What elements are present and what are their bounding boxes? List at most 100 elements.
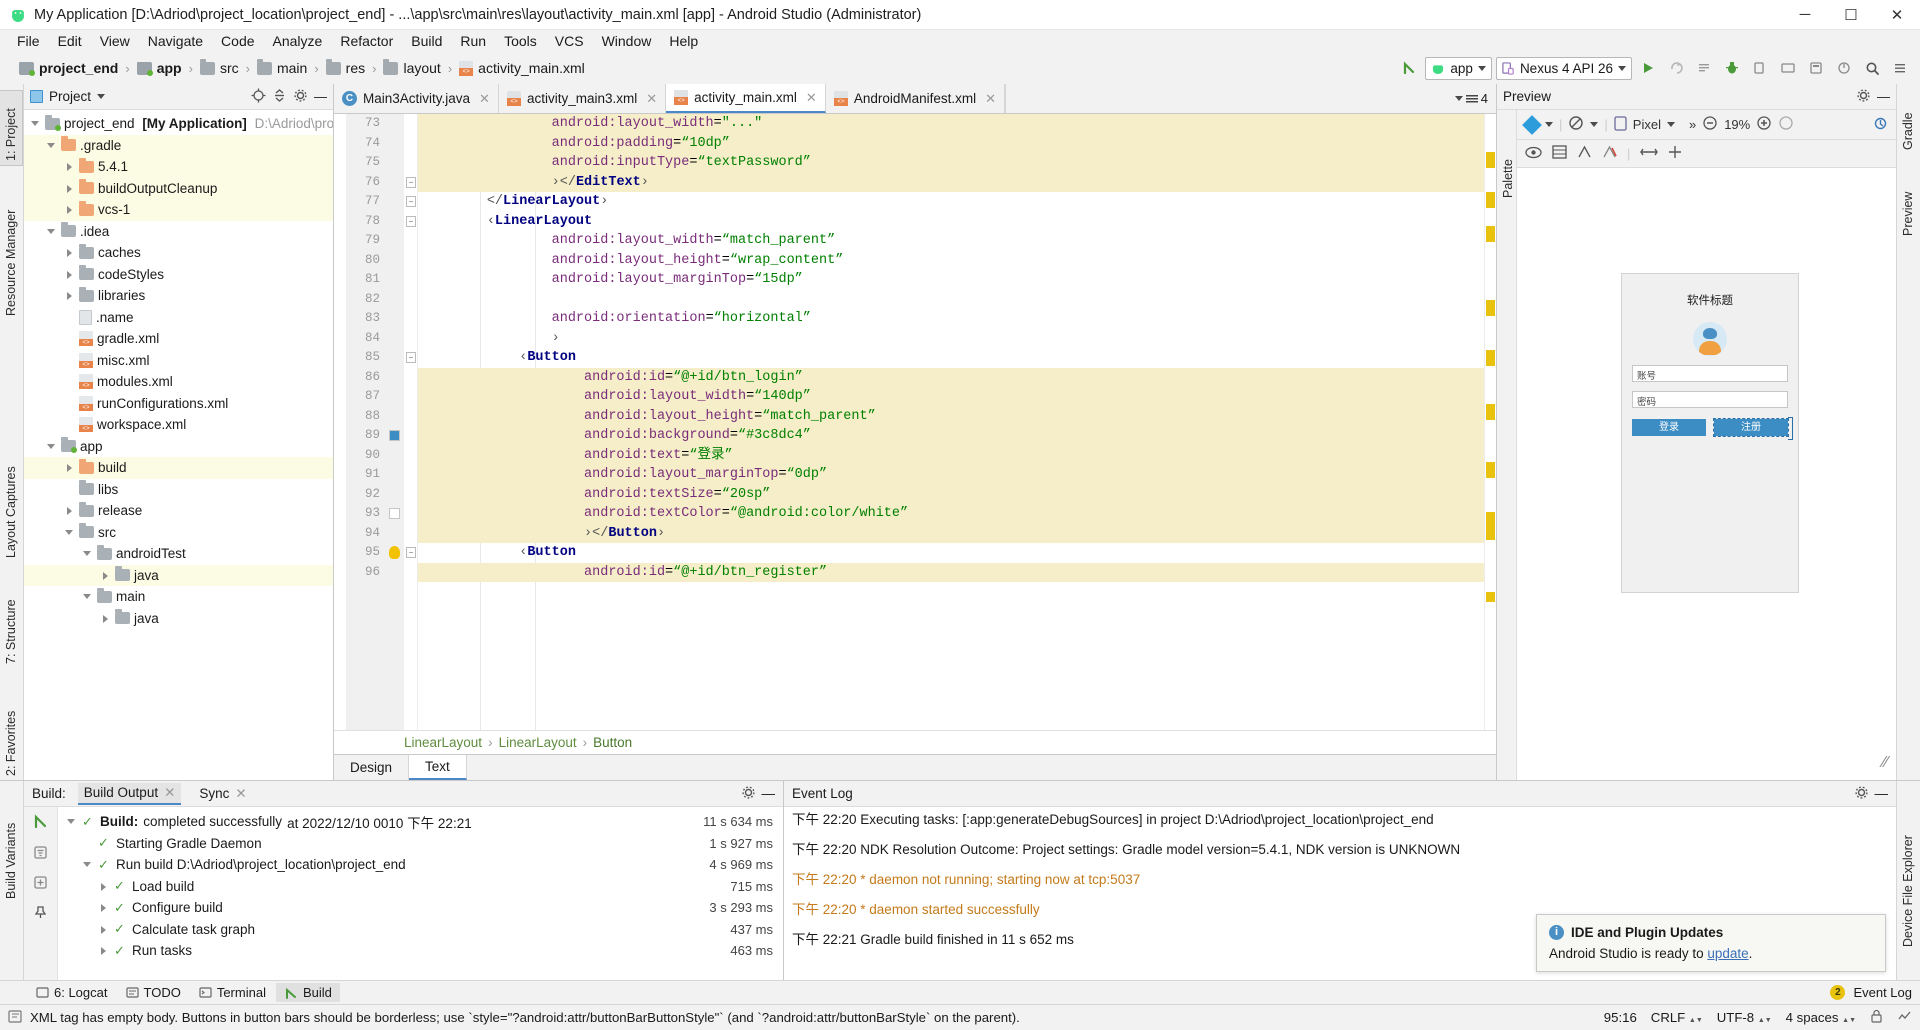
tree-node-modules-xml[interactable]: modules.xml xyxy=(24,371,333,393)
clear-constraints-icon[interactable] xyxy=(1602,145,1617,162)
collapse-arrow-icon[interactable] xyxy=(46,226,57,237)
fold-toggle-icon[interactable]: − xyxy=(406,176,416,188)
fold-toggle-icon[interactable]: − xyxy=(406,196,416,207)
warning-stripe[interactable] xyxy=(1486,192,1495,208)
breadcrumb-item-file[interactable]: activity_main.xml xyxy=(456,59,588,77)
code-line[interactable]: ›</Button› xyxy=(418,523,1484,543)
menu-window[interactable]: Window xyxy=(593,30,661,52)
menu-code[interactable]: Code xyxy=(212,30,263,52)
eye-icon[interactable] xyxy=(1525,146,1542,162)
line-separator[interactable]: CRLF ▲▼ xyxy=(1651,1010,1703,1025)
breadcrumb-item-app[interactable]: app xyxy=(134,59,185,77)
settings-gear-icon[interactable] xyxy=(1854,785,1869,803)
tab-design[interactable]: Design xyxy=(334,755,410,780)
rail-tab-resource-manager[interactable]: Resource Manager xyxy=(0,180,23,320)
chevron-down-icon[interactable] xyxy=(1545,122,1553,127)
tree-node--idea[interactable]: .idea xyxy=(24,221,333,243)
filter-icon[interactable] xyxy=(33,845,48,863)
expand-arrow-icon[interactable] xyxy=(64,290,75,301)
editor-tab-activity-main3[interactable]: activity_main3.xml✕ xyxy=(498,84,667,113)
memory-indicator[interactable] xyxy=(1897,1009,1912,1026)
code-line[interactable]: android:layout_width="..." xyxy=(418,114,1484,134)
device-selector[interactable]: Nexus 4 API 26 xyxy=(1495,56,1632,80)
tree-node-workspace-xml[interactable]: workspace.xml xyxy=(24,414,333,436)
error-stripe[interactable] xyxy=(1484,114,1496,730)
tree-node-buildoutputcleanup[interactable]: buildOutputCleanup xyxy=(24,177,333,199)
code-line[interactable]: android:id=“@+id/btn_register” xyxy=(418,562,1484,582)
run-icon[interactable] xyxy=(1636,56,1660,80)
close-button[interactable]: ✕ xyxy=(1874,0,1920,30)
warning-stripe[interactable] xyxy=(1486,404,1495,420)
debug-icon[interactable] xyxy=(1720,56,1744,80)
close-tab-icon[interactable]: ✕ xyxy=(646,91,657,107)
blueprint-icon[interactable] xyxy=(1552,145,1567,162)
color-swatch[interactable] xyxy=(389,508,400,519)
tree-node--gradle[interactable]: .gradle xyxy=(24,134,333,156)
expand-arrow-icon[interactable] xyxy=(100,613,111,624)
code-line[interactable]: android:layout_height=“match_parent” xyxy=(418,406,1484,426)
color-swatch-gutter[interactable] xyxy=(386,426,404,446)
breadcrumb-item-res[interactable]: res xyxy=(323,58,368,77)
orientation-icon[interactable] xyxy=(1568,115,1584,134)
expand-arrow-icon[interactable] xyxy=(64,183,75,194)
resize-handle-icon[interactable]: ⁄⁄ xyxy=(1883,754,1888,772)
expand-arrow-icon[interactable] xyxy=(64,505,75,516)
build-output-row[interactable]: ✓ Starting Gradle Daemon 1 s 927 ms xyxy=(62,833,783,855)
editor-tab-overflow[interactable]: 4 xyxy=(1005,84,1496,113)
code-editor[interactable]: 73 74 75 76 77 78 79 80 81 82 83 84 85 86 87 88 89 90 91 92… xyxy=(334,114,1496,730)
scroll-from-source-icon[interactable] xyxy=(251,88,266,106)
fold-marker[interactable]: − xyxy=(404,192,417,212)
file-encoding[interactable]: UTF-8 ▲▼ xyxy=(1717,1010,1772,1025)
avd-manager-icon[interactable] xyxy=(1776,56,1800,80)
build-output-row[interactable]: ✓ Configure build 3 s 293 ms xyxy=(62,897,783,919)
device-icon[interactable] xyxy=(1614,115,1627,134)
maximize-button[interactable]: ☐ xyxy=(1828,0,1874,30)
warning-stripe[interactable] xyxy=(1486,226,1495,242)
menu-view[interactable]: View xyxy=(91,30,139,52)
warning-stripe[interactable] xyxy=(1486,300,1495,316)
code-line[interactable]: android:orientation=“horizontal” xyxy=(418,309,1484,329)
component-breadcrumb-item-2[interactable]: Button xyxy=(593,735,632,750)
ide-update-notification[interactable]: i IDE and Plugin Updates Android Studio … xyxy=(1536,914,1886,972)
toolwin-todo[interactable]: TODO xyxy=(118,983,189,1002)
tab-text[interactable]: Text xyxy=(409,755,467,780)
code-line[interactable]: android:layout_height=“wrap_content” xyxy=(418,251,1484,271)
tree-node-5-4-1[interactable]: 5.4.1 xyxy=(24,156,333,178)
tree-node-main[interactable]: main xyxy=(24,586,333,608)
toolwin-event-log[interactable]: Event Log xyxy=(1853,985,1912,1000)
chevron-down-icon[interactable] xyxy=(1666,122,1675,127)
collapse-all-icon[interactable] xyxy=(272,88,287,106)
tree-node-build[interactable]: build xyxy=(24,457,333,479)
menu-edit[interactable]: Edit xyxy=(49,30,91,52)
code-line[interactable]: ‹LinearLayout xyxy=(418,212,1484,232)
menu-build[interactable]: Build xyxy=(402,30,451,52)
expand-arrow-icon[interactable] xyxy=(98,924,109,935)
tree-node-misc-xml[interactable]: misc.xml xyxy=(24,350,333,372)
preview-password-field[interactable]: 密码 xyxy=(1632,391,1788,408)
chevron-down-icon[interactable] xyxy=(97,94,106,99)
build-output-row[interactable]: ✓ Run tasks 463 ms xyxy=(62,940,783,962)
indent-setting[interactable]: 4 spaces ▲▼ xyxy=(1786,1010,1856,1025)
menu-run[interactable]: Run xyxy=(451,30,495,52)
rail-tab-favorites[interactable]: 2: Favorites xyxy=(0,680,23,780)
rail-tab-build-variants[interactable]: Build Variants xyxy=(0,785,23,903)
collapse-arrow-icon[interactable] xyxy=(64,527,75,538)
breadcrumb-item-src[interactable]: src xyxy=(197,58,242,77)
tree-node-androidtest[interactable]: androidTest xyxy=(24,543,333,565)
hide-panel-icon[interactable]: — xyxy=(1877,89,1890,104)
lock-icon[interactable] xyxy=(1870,1009,1883,1026)
minimize-button[interactable]: ─ xyxy=(1782,0,1828,30)
intention-bulb-icon[interactable] xyxy=(389,546,400,559)
tab-build-output[interactable]: Build Output ✕ xyxy=(77,782,182,805)
build-output-tree[interactable]: ✓ Build: completed successfully at 2022/1… xyxy=(58,807,783,980)
close-icon[interactable]: ✕ xyxy=(235,786,246,802)
sdk-manager-icon[interactable] xyxy=(1804,56,1828,80)
tree-node-java[interactable]: java xyxy=(24,608,333,630)
settings-gear-icon[interactable] xyxy=(293,88,308,106)
chevron-right-icon[interactable]: » xyxy=(1689,117,1696,132)
menu-tools[interactable]: Tools xyxy=(495,30,546,52)
breadcrumb-item-main[interactable]: main xyxy=(254,58,310,77)
code-line[interactable]: android:layout_width=“140dp” xyxy=(418,387,1484,407)
preview-settings-icon[interactable] xyxy=(1873,116,1888,134)
expand-icon[interactable] xyxy=(33,875,48,893)
